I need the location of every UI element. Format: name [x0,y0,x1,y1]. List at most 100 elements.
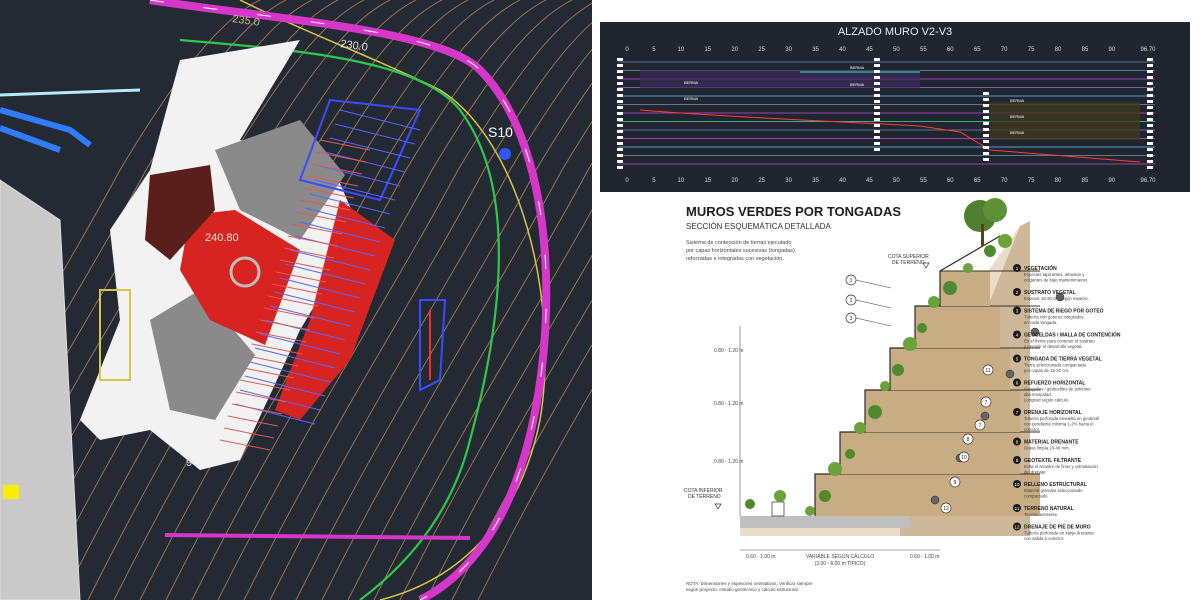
elev-tick-top: 15 [704,47,711,53]
elev-post-segment [874,58,880,61]
callout-leader [855,279,892,289]
blue-stair-right [419,299,447,392]
bottom-label-2: DE TERRENO [688,494,721,500]
callout-number: 11 [985,368,990,374]
elev-post-segment [983,158,989,161]
elev-tick-bottom: 96.70 [1140,178,1156,184]
elevation-panel: ALZADO MURO V2-V3 0 5 10 15 20 25 30 35 40 45 50 55… [600,22,1190,192]
drain-pipe [980,411,990,421]
section-title: MUROS VERDES POR TONGADAS [686,204,901,219]
elev-post-segment [617,136,623,139]
elev-post-segment [874,142,880,145]
elevation-title: ALZADO MURO V2-V3 [838,26,952,38]
plant [845,449,855,459]
elev-post-segment [983,134,989,137]
elev-post-segment [1147,148,1153,151]
elev-tick-top: 35 [812,47,819,53]
elev-tick-bottom: 85 [1082,178,1089,184]
callout-number: 2 [850,298,853,304]
legend-desc: colgantes de bajo mantenimiento. [1024,278,1088,283]
tongada-layer [840,432,1020,474]
elev-tick-bottom: 90 [1109,178,1116,184]
elev-post-segment [617,70,623,73]
elev-post-segment [617,166,623,169]
elev-tick-top: 10 [678,47,685,53]
elev-post-segment [983,116,989,119]
bottom-level-marker [714,503,722,510]
stair-step-blue [339,109,421,131]
elev-post-segment [1147,70,1153,73]
elev-post-segment [1147,64,1153,67]
elev-post-segment [617,106,623,109]
elev-tick-top: 25 [758,47,765,53]
elev-tick-top: 40 [839,47,846,53]
elev-post-segment [617,58,623,61]
berma-label-6: BERMA [1010,114,1025,119]
callout-leader [855,299,892,309]
base-center-1: VARIABLE SEGÚN CÁLCULO [806,553,874,560]
elev-post-segment [983,146,989,149]
elev-post-segment [1147,142,1153,145]
legend-desc: Terreno existente. [1024,512,1058,517]
elev-tick-top: 96.70 [1140,47,1156,53]
elev-tick-bottom: 70 [1001,178,1008,184]
stair-step-blue [334,123,416,145]
elev-tick-top: 0 [625,47,629,53]
elev-post-segment [874,100,880,103]
elev-post-segment [1147,124,1153,127]
legend-desc: en cada tongada. [1024,320,1057,325]
elevation-label: 240.80 [205,232,239,244]
berma-label-5: BERMA [1010,98,1025,103]
elev-post-segment [983,110,989,113]
elev-tick-bottom: 45 [866,178,873,184]
yellow-block [3,485,19,499]
berma-label-7: BERMA [1010,130,1025,135]
elev-post-segment [1147,160,1153,163]
elev-post-segment [617,112,623,115]
berma-label-3: BERMA [850,65,865,70]
elev-post-segment [1147,166,1153,169]
berma-label-4: BERMA [850,82,865,87]
elev-tick-bottom: 30 [785,178,792,184]
elev-post-segment [617,124,623,127]
legend-number: 10 [1014,482,1020,487]
elev-post-segment [1147,76,1153,79]
intro-line-3: reforzadas e integradas con vegetación. [686,256,784,262]
elev-post-segment [617,154,623,157]
elev-post-segment [874,70,880,73]
elev-tick-top: 60 [947,47,954,53]
legend-desc: colector. [1024,427,1040,432]
elev-tick-top: 55 [920,47,927,53]
legend-number: 12 [1014,525,1020,530]
elev-tick-top: 5 [652,47,656,53]
elev-post-segment [874,106,880,109]
elev-tick-bottom: 50 [893,178,900,184]
tree-canopy-2 [983,198,1007,222]
legend-desc: Espesor 15-30 cm según especie. [1024,296,1089,301]
legend-number: 11 [1015,506,1020,511]
elev-tick-bottom: 75 [1028,178,1035,184]
base-dim-right: 0.60 - 1.00 m [910,554,939,560]
callout-number: 7 [985,400,988,406]
intro-line-2: por capas horizontales sucesivas (tongad… [686,248,795,254]
elev-tick-bottom: 15 [704,178,711,184]
elev-post-segment [617,142,623,145]
legend-desc: Longitud según cálculo. [1024,398,1069,403]
contour-label-230: 230.0 [340,38,369,54]
plant [928,296,940,308]
drain-pipe [1005,369,1015,379]
green-wall-section: MUROS VERDES POR TONGADAS SECCIÓN ESQUEM… [600,196,1200,600]
note-line-2: según proyecto, estudio geotécnico y cál… [686,587,799,592]
plant [998,234,1012,248]
elev-post-segment [617,88,623,91]
legend-desc: alta tenacidad. [1024,392,1052,397]
cad-site-plan: S10 235.0 230.0 240.80 9 [0,0,592,600]
gray-area-left [0,180,80,600]
elev-post-segment [983,104,989,107]
legend-desc: por capas de 15-20 cm. [1024,368,1069,373]
elev-post-segment [1147,94,1153,97]
note-line-1: NOTA: Dimensiones y espesores orientativ… [686,581,813,586]
plant [819,490,831,502]
elev-tick-top: 85 [1082,47,1089,53]
plant [943,281,957,295]
